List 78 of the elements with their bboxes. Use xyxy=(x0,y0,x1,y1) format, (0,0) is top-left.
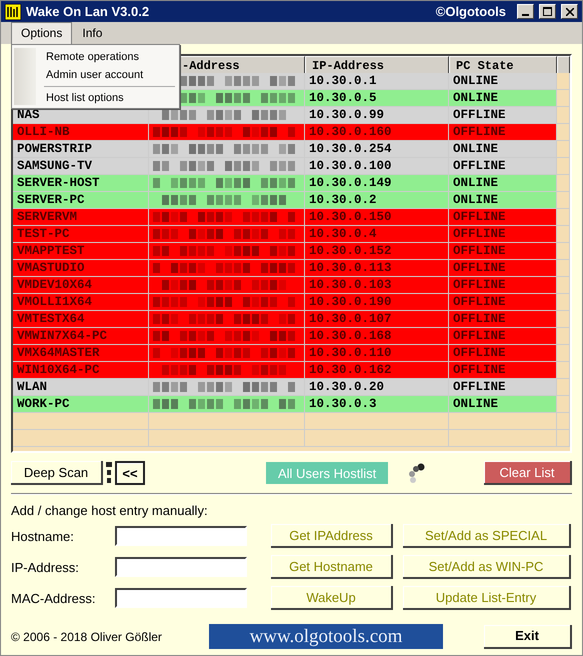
table-cell: 10.30.0.162 xyxy=(305,362,449,379)
table-cell: 10.30.0.160 xyxy=(305,124,449,141)
window-title: Wake On Lan V3.0.2 xyxy=(26,4,150,19)
website-banner[interactable]: www.olgotools.com xyxy=(209,624,443,649)
action-button[interactable]: Get Hostname xyxy=(271,555,393,579)
table-cell: VMTESTX64 xyxy=(13,311,149,328)
table-cell: 10.30.0.150 xyxy=(305,209,449,226)
field-label: IP-Address: xyxy=(11,560,80,574)
table-cell: VMOLLI1X64 xyxy=(13,294,149,311)
action-button[interactable]: Set/Add as WIN-PC xyxy=(403,555,571,579)
table-cell: 10.30.0.1 xyxy=(305,73,449,90)
clear-list-button[interactable]: Clear List xyxy=(484,461,572,485)
table-cell: 10.30.0.3 xyxy=(305,396,449,413)
table-cell: 10.30.0.113 xyxy=(305,260,449,277)
table-cell: OFFLINE xyxy=(449,379,557,396)
table-cell: SAMSUNG-TV xyxy=(13,158,149,175)
action-button[interactable]: Update List-Entry xyxy=(403,586,571,610)
table-cell: OLLI-NB xyxy=(13,124,149,141)
exit-button[interactable]: Exit xyxy=(484,624,572,648)
table-cell: OFFLINE xyxy=(449,277,557,294)
table-cell: 10.30.0.149 xyxy=(305,175,449,192)
table-cell: 10.30.0.4 xyxy=(305,226,449,243)
collapse-button[interactable]: << xyxy=(115,461,145,485)
table-cell: VMX64MASTER xyxy=(13,345,149,362)
table-cell: OFFLINE xyxy=(449,226,557,243)
table-cell: ONLINE xyxy=(449,175,557,192)
table-cell: POWERSTRIP xyxy=(13,141,149,158)
table-cell: VMDEV10X64 xyxy=(13,277,149,294)
menu-option[interactable]: Host list options xyxy=(12,89,179,107)
table-cell: SERVER-HOST xyxy=(13,175,149,192)
table-cell: OFFLINE xyxy=(449,362,557,379)
menu-item[interactable]: Info xyxy=(72,22,112,44)
table-cell: SERVERVM xyxy=(13,209,149,226)
brand-text: ©Olgotools xyxy=(436,4,506,19)
table-cell: OFFLINE xyxy=(449,158,557,175)
table-cell: ONLINE xyxy=(449,73,557,90)
table-cell: ONLINE xyxy=(449,90,557,107)
table-cell: ONLINE xyxy=(449,141,557,158)
field-label: MAC-Address: xyxy=(11,590,97,606)
table-cell: OFFLINE xyxy=(449,260,557,277)
menu-item[interactable]: Options xyxy=(11,22,72,44)
table-cell: OFFLINE xyxy=(449,124,557,141)
table-cell: TEST-PC xyxy=(13,226,149,243)
table-cell: 10.30.0.100 xyxy=(305,158,449,175)
table-cell: WORK-PC xyxy=(13,396,149,413)
table-cell: 10.30.0.20 xyxy=(305,379,449,396)
table-cell: ONLINE xyxy=(449,192,557,209)
table-cell: VMWIN7X64-PC xyxy=(13,328,149,345)
table-cell: OFFLINE xyxy=(449,294,557,311)
table-cell: 10.30.0.2 xyxy=(305,192,449,209)
table-cell: VMASTUDIO xyxy=(13,260,149,277)
table-cell: 10.30.0.5 xyxy=(305,90,449,107)
table-cell: OFFLINE xyxy=(449,243,557,260)
action-button[interactable]: Set/Add as SPECIAL xyxy=(403,524,571,548)
table-cell: ONLINE xyxy=(449,396,557,413)
table-cell: 10.30.0.152 xyxy=(305,243,449,260)
table-cell: SERVER-PC xyxy=(13,192,149,209)
table-cell: 10.30.0.254 xyxy=(305,141,449,158)
table-cell: OFFLINE xyxy=(449,107,557,124)
table-cell: 10.30.0.107 xyxy=(305,311,449,328)
table-cell: OFFLINE xyxy=(449,209,557,226)
copyright-text: © 2006 - 2018 Oliver Gößler xyxy=(11,630,163,644)
field-label: Hostname: xyxy=(11,528,75,544)
deep-scan-button[interactable]: Deep Scan xyxy=(11,461,103,485)
action-button[interactable]: WakeUp xyxy=(271,586,393,610)
table-cell: WIN10X64-PC xyxy=(13,362,149,379)
table-cell: OFFLINE xyxy=(449,311,557,328)
table-cell: 10.30.0.103 xyxy=(305,277,449,294)
action-button[interactable]: Get IPAddress xyxy=(271,524,393,548)
table-cell: 10.30.0.190 xyxy=(305,294,449,311)
table-cell: OFFLINE xyxy=(449,345,557,362)
table-cell: WLAN xyxy=(13,379,149,396)
table-cell: 10.30.0.168 xyxy=(305,328,449,345)
table-cell: 10.30.0.110 xyxy=(305,345,449,362)
table-cell: 10.30.0.99 xyxy=(305,107,449,124)
table-cell: OFFLINE xyxy=(449,328,557,345)
section-heading: Add / change host entry manually: xyxy=(11,503,209,518)
table-cell: VMAPPTEST xyxy=(13,243,149,260)
